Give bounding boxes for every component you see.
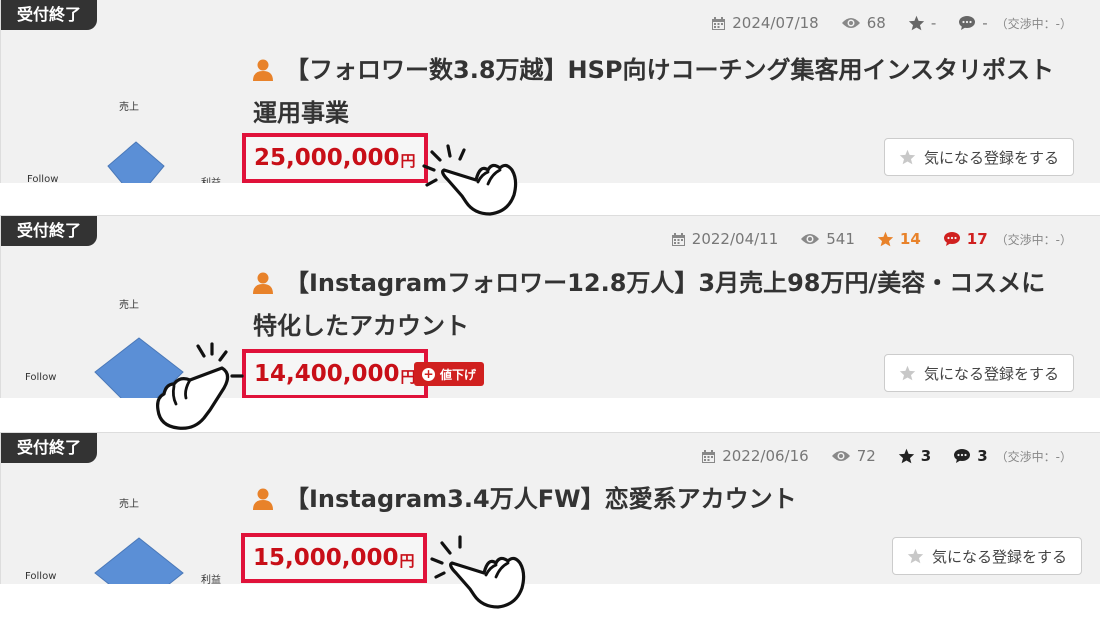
comments-count: - bbox=[982, 14, 988, 32]
price-highlight: 14,400,000 円 bbox=[242, 349, 428, 398]
negotiating-text: （交渉中：-） bbox=[995, 16, 1072, 31]
chart-label-right: 利益 bbox=[201, 174, 221, 183]
listing-title[interactable]: 【Instagramフォロワー12.8万人】3月売上98万円/美容・コスメに特化… bbox=[253, 263, 1063, 346]
comments-item: - （交渉中：-） bbox=[958, 14, 1072, 32]
listing-title-text: 【Instagramフォロワー12.8万人】3月売上98万円/美容・コスメに特化… bbox=[253, 269, 1046, 340]
user-icon bbox=[253, 266, 273, 306]
chart-label-left: Follow bbox=[25, 571, 57, 582]
favorite-button-label: 気になる登録をする bbox=[923, 148, 1059, 167]
price-highlight: 25,000,000 円 bbox=[242, 133, 428, 183]
date-item: 2022/06/16 bbox=[701, 447, 809, 465]
listing-meta: 2022/06/16 72 3 3 （交渉中：-） bbox=[679, 447, 1072, 465]
comment-icon bbox=[953, 448, 971, 464]
calendar-icon bbox=[671, 232, 686, 247]
chart-label-top: 売上 bbox=[119, 300, 139, 311]
listing-title[interactable]: 【フォロワー数3.8万越】HSP向けコーチング集客用インスタリポスト運用事業 bbox=[253, 50, 1063, 133]
price-highlight: 15,000,000 円 bbox=[241, 533, 427, 583]
listing-meta: 2024/07/18 68 - - （交渉中：-） bbox=[689, 14, 1072, 32]
listing-card[interactable]: 受付終了 売上 Follow 利益 2024/07/18 68 - bbox=[0, 0, 1100, 183]
negotiating-text: （交渉中：-） bbox=[995, 449, 1072, 464]
comments-count: 3 bbox=[977, 447, 988, 465]
stars-item: - bbox=[908, 14, 936, 32]
stars-count: 3 bbox=[920, 447, 932, 465]
chart-label-top: 売上 bbox=[119, 102, 139, 113]
views-item: 72 bbox=[831, 447, 876, 465]
eye-icon bbox=[831, 449, 851, 463]
date-item: 2022/04/11 bbox=[671, 230, 778, 248]
price-down-label: 値下げ bbox=[440, 367, 477, 382]
user-icon bbox=[253, 53, 273, 93]
price-unit: 円 bbox=[399, 552, 415, 570]
views-count: 72 bbox=[856, 447, 876, 465]
price-down-badge: + 値下げ bbox=[414, 362, 485, 386]
price-value: 15,000,000 bbox=[253, 545, 399, 571]
price-value: 14,400,000 bbox=[254, 361, 400, 387]
listing-title-text: 【Instagram3.4万人FW】恋愛系アカウント bbox=[285, 485, 797, 513]
views-item: 541 bbox=[800, 230, 855, 248]
pointing-hand-icon bbox=[156, 342, 244, 430]
price-unit: 円 bbox=[400, 152, 416, 170]
chart-label-left: Follow bbox=[27, 174, 59, 183]
comments-count: 17 bbox=[966, 230, 988, 248]
radar-chart: 売上 Follow 利益 bbox=[21, 0, 241, 183]
date-text: 2022/04/11 bbox=[691, 230, 779, 248]
favorite-button[interactable]: 気になる登録をする bbox=[891, 537, 1082, 575]
price-value: 25,000,000 bbox=[254, 145, 400, 171]
listing-meta: 2022/04/11 541 14 17 （交渉中：-） bbox=[649, 230, 1072, 248]
star-icon bbox=[898, 448, 915, 464]
views-count: 68 bbox=[866, 14, 886, 32]
calendar-icon bbox=[701, 449, 716, 464]
date-text: 2022/06/16 bbox=[722, 447, 809, 465]
favorite-button-label: 気になる登録をする bbox=[931, 547, 1067, 566]
views-item: 68 bbox=[841, 14, 886, 32]
chart-label-right: 利益 bbox=[201, 575, 221, 584]
chart-label-left: Follow bbox=[25, 372, 57, 383]
star-outline-icon bbox=[899, 365, 916, 381]
plus-circle-icon: + bbox=[422, 366, 435, 381]
radar-shape bbox=[94, 537, 184, 584]
views-count: 541 bbox=[826, 230, 855, 248]
star-outline-icon bbox=[899, 149, 916, 165]
pointing-hand-icon bbox=[422, 144, 518, 216]
listing-title-text: 【フォロワー数3.8万越】HSP向けコーチング集客用インスタリポスト運用事業 bbox=[253, 56, 1054, 127]
eye-icon bbox=[841, 16, 861, 30]
stars-count: 14 bbox=[899, 230, 921, 248]
listing-card[interactable]: 受付終了 売上 Follow 利益 2022/06/16 72 3 3 （交渉中… bbox=[0, 432, 1100, 584]
comment-icon bbox=[943, 231, 961, 247]
stars-item: 14 bbox=[877, 230, 921, 248]
stars-item: 3 bbox=[898, 447, 931, 465]
comment-icon bbox=[958, 15, 976, 31]
comments-item: 17 （交渉中：-） bbox=[943, 230, 1072, 248]
radar-chart-svg bbox=[107, 141, 165, 183]
radar-chart: 売上 Follow 利益 bbox=[21, 433, 241, 584]
negotiating-text: （交渉中：-） bbox=[995, 232, 1072, 247]
user-icon bbox=[253, 482, 273, 522]
date-item: 2024/07/18 bbox=[711, 14, 819, 32]
comments-item: 3 （交渉中：-） bbox=[953, 447, 1072, 465]
listing-title[interactable]: 【Instagram3.4万人FW】恋愛系アカウント bbox=[253, 479, 1063, 522]
favorite-button[interactable]: 気になる登録をする bbox=[883, 138, 1074, 176]
chart-label-top: 売上 bbox=[119, 499, 139, 510]
favorite-button[interactable]: 気になる登録をする bbox=[883, 354, 1074, 392]
star-icon bbox=[908, 15, 925, 31]
pointing-hand-icon bbox=[430, 535, 526, 609]
stars-count: - bbox=[930, 14, 937, 32]
favorite-button-label: 気になる登録をする bbox=[923, 364, 1059, 383]
date-text: 2024/07/18 bbox=[732, 14, 819, 32]
calendar-icon bbox=[711, 16, 726, 31]
eye-icon bbox=[800, 232, 820, 246]
radar-shape bbox=[107, 141, 165, 183]
star-icon bbox=[877, 231, 894, 247]
star-outline-icon bbox=[907, 548, 924, 564]
